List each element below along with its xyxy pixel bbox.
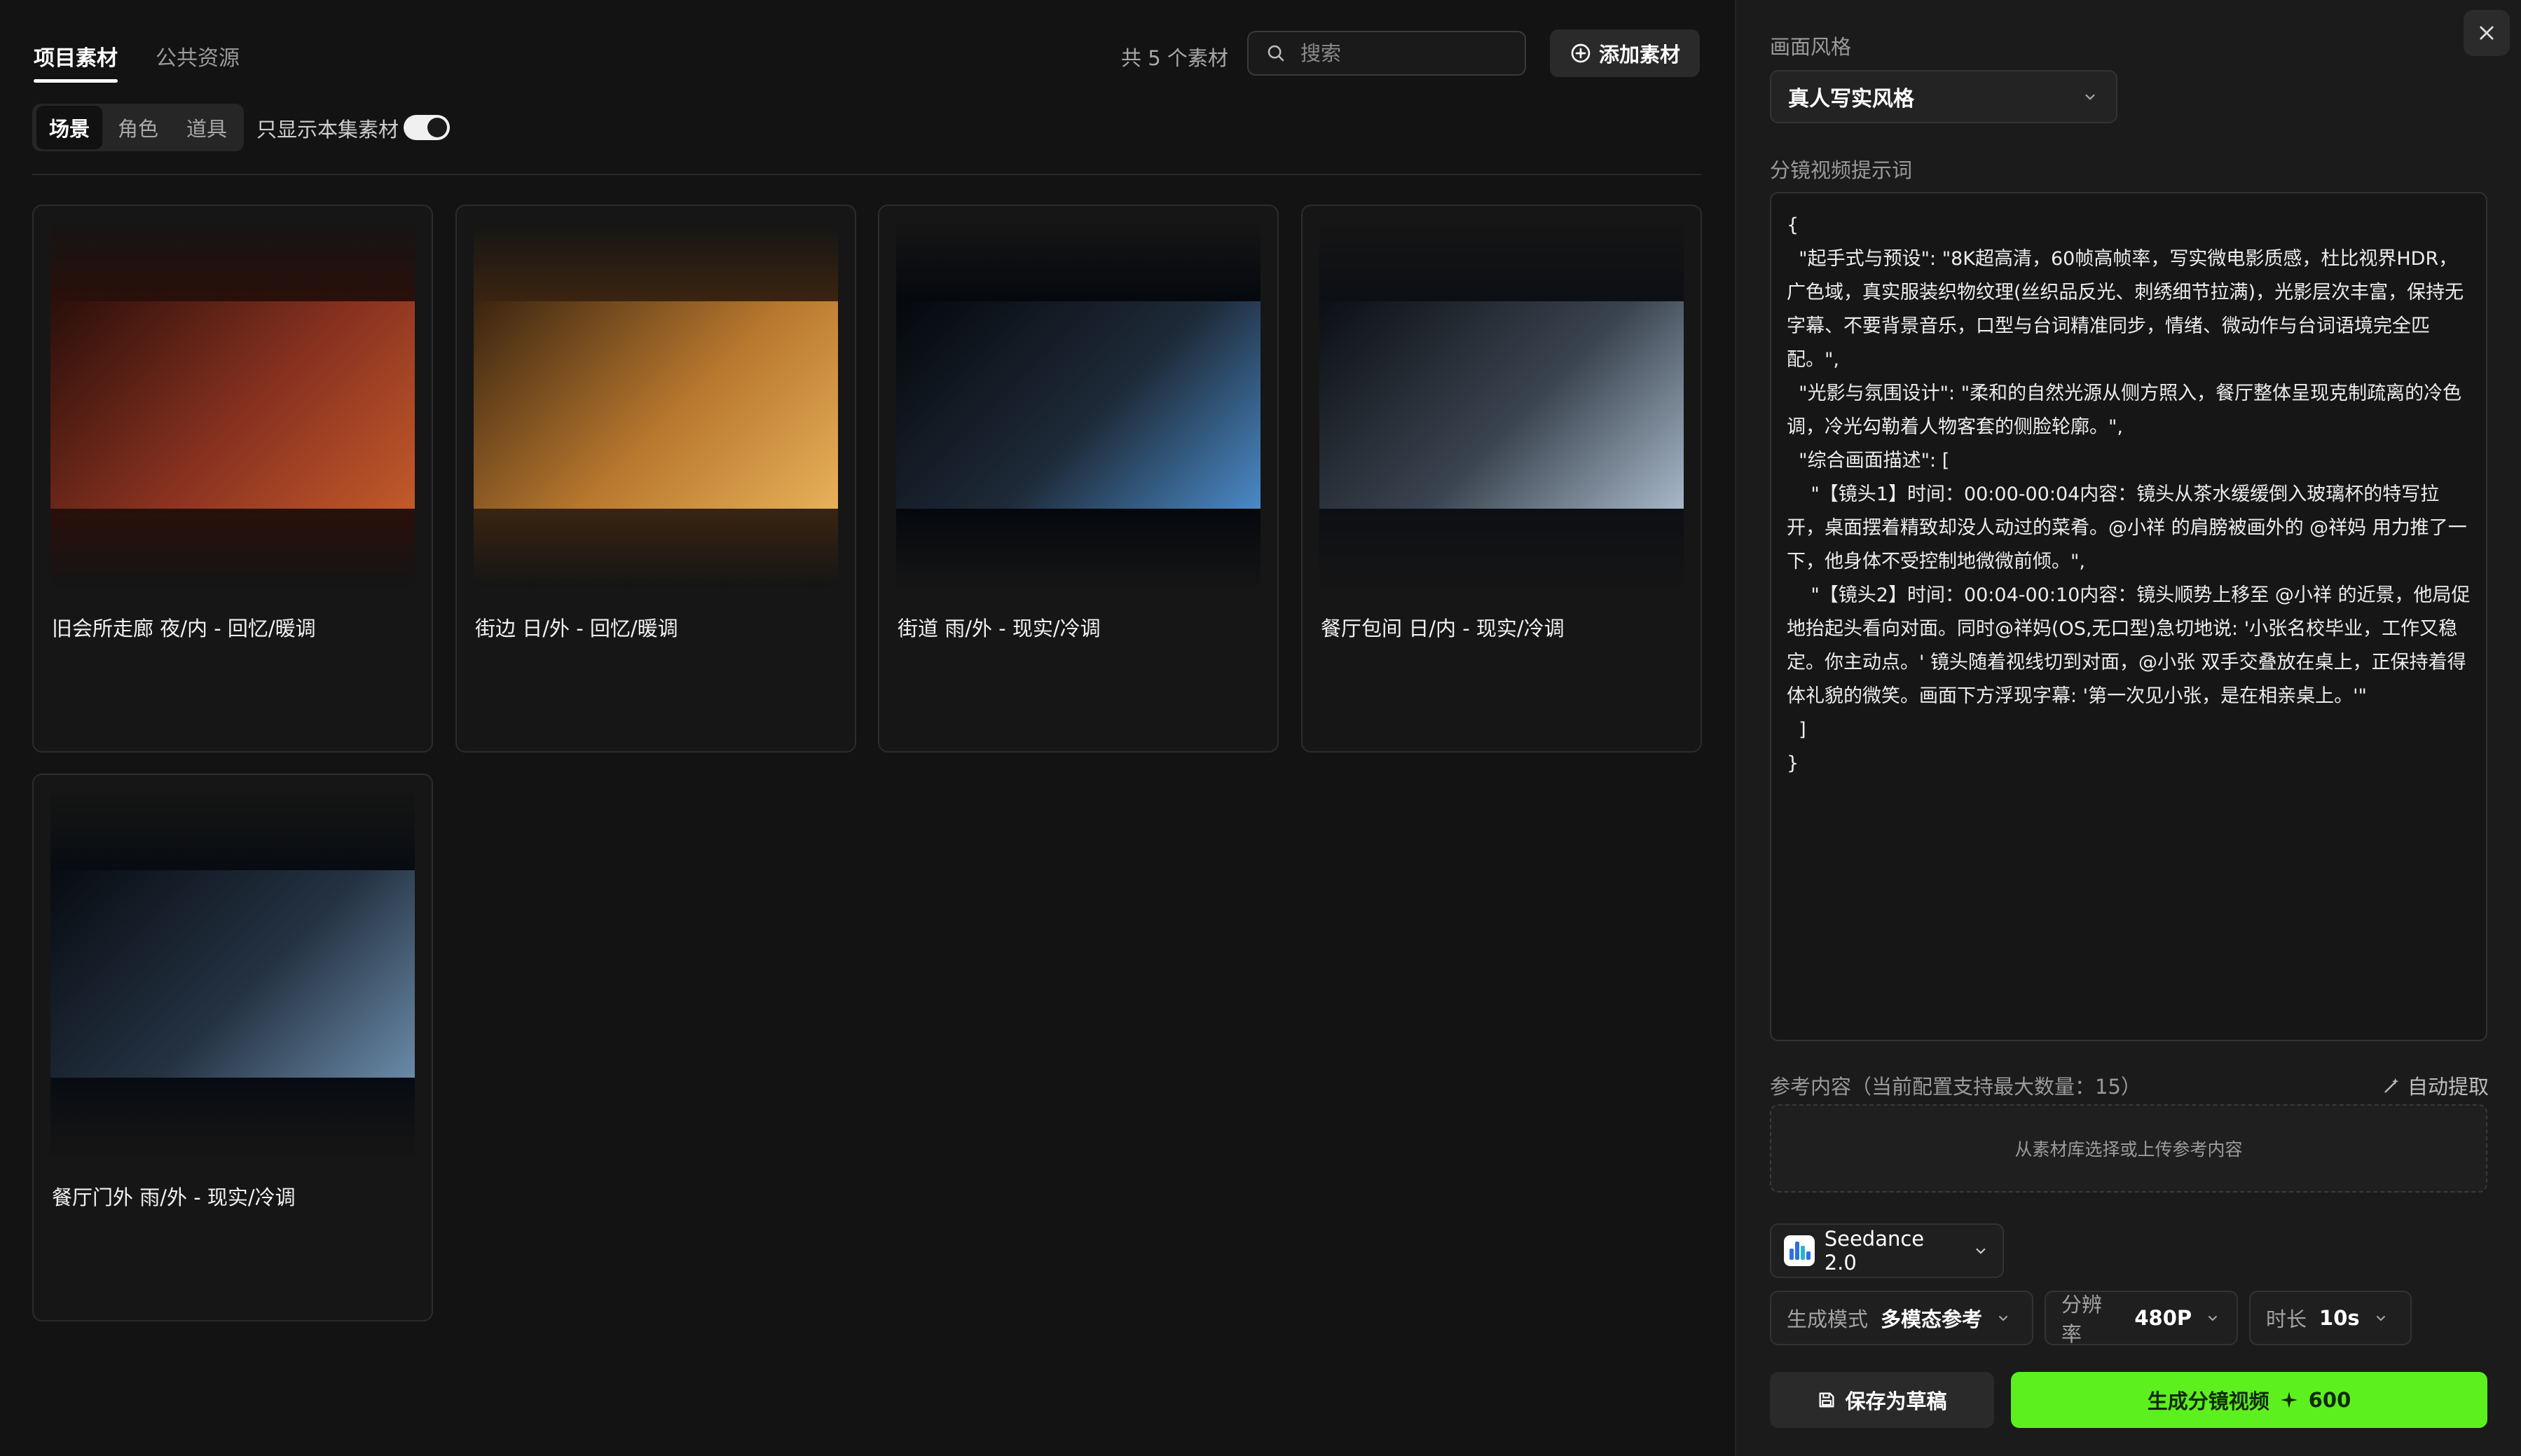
asset-thumbnail — [50, 792, 415, 1156]
header-divider — [32, 174, 1701, 175]
add-asset-label: 添加素材 — [1598, 43, 1680, 67]
style-select[interactable]: 真人写实风格 — [1770, 70, 2117, 123]
toggle-knob — [427, 118, 447, 137]
close-icon — [2480, 26, 2494, 40]
close-button[interactable] — [2464, 10, 2510, 56]
reference-label: 参考内容（当前配置支持最大数量：15） — [1770, 1075, 2141, 1099]
only-current-episode-label: 只显示本集素材 — [256, 118, 399, 142]
prompt-label: 分镜视频提示词 — [1770, 158, 1913, 182]
sparkle-icon — [2281, 1392, 2297, 1408]
save-draft-button[interactable]: 保存为草稿 — [1770, 1372, 1994, 1428]
asset-card[interactable]: 餐厅包间 日/内 - 现实/冷调 — [1301, 205, 1702, 753]
asset-thumbnail — [474, 223, 838, 587]
style-value: 真人写实风格 — [1788, 87, 1914, 111]
mode-select[interactable]: 生成模式 多模态参考 — [1770, 1291, 2033, 1345]
search-input[interactable] — [1299, 41, 1512, 66]
resolution-select[interactable]: 分辨率 480P — [2045, 1291, 2238, 1346]
asset-library-panel: 项目素材 公共资源 共 5 个素材 添加素材 场景 角色 道具 只显示本集素材 — [0, 0, 1735, 1456]
plus-circle-icon — [1571, 43, 1591, 63]
chevron-down-icon — [2085, 94, 2095, 100]
asset-card-title: 餐厅门外 雨/外 - 现实/冷调 — [52, 1186, 296, 1209]
reference-upload-zone[interactable]: 从素材库选择或上传参考内容 — [1770, 1104, 2487, 1193]
thumbnail-image — [896, 301, 1260, 509]
asset-thumbnail — [1319, 223, 1684, 587]
thumbnail-blur-bottom — [50, 509, 415, 587]
segment-character[interactable]: 角色 — [105, 106, 171, 149]
chevron-down-icon — [1999, 1316, 2008, 1321]
style-label: 画面风格 — [1770, 35, 1852, 59]
auto-extract-label: 自动提取 — [2407, 1075, 2489, 1099]
asset-card[interactable]: 街边 日/外 - 回忆/暖调 — [455, 205, 856, 753]
asset-card-title: 餐厅包间 日/内 - 现实/冷调 — [1321, 617, 1565, 640]
duration-value: 10s — [2319, 1306, 2360, 1330]
chevron-down-icon — [1976, 1248, 1986, 1254]
asset-thumbnail — [50, 223, 415, 587]
thumbnail-image — [474, 301, 838, 509]
asset-card[interactable]: 旧会所走廊 夜/内 - 回忆/暖调 — [32, 205, 433, 753]
chevron-down-icon — [2376, 1316, 2385, 1321]
model-select[interactable]: Seedance 2.0 — [1770, 1223, 2004, 1278]
asset-card[interactable]: 餐厅门外 雨/外 - 现实/冷调 — [32, 774, 433, 1321]
thumbnail-blur-bottom — [1319, 509, 1684, 587]
thumbnail-blur-top — [896, 223, 1260, 301]
thumbnail-blur-top — [474, 223, 838, 301]
magic-wand-icon — [2384, 1078, 2399, 1093]
generate-video-button[interactable]: 生成分镜视频 600 — [2011, 1372, 2487, 1428]
duration-select[interactable]: 时长 10s — [2249, 1291, 2412, 1345]
thumbnail-blur-bottom — [896, 509, 1260, 587]
segment-prop[interactable]: 道具 — [174, 106, 240, 149]
mode-value: 多模态参考 — [1881, 1307, 1983, 1331]
thumbnail-blur-bottom — [50, 1078, 415, 1156]
generate-cost: 600 — [2308, 1388, 2351, 1412]
asset-card-title: 旧会所走廊 夜/内 - 回忆/暖调 — [52, 617, 316, 640]
search-box[interactable] — [1247, 31, 1526, 76]
duration-key: 时长 — [2266, 1307, 2307, 1331]
only-current-episode-toggle[interactable] — [404, 115, 450, 140]
prompt-textarea[interactable]: { "起手式与预设": "8K超高清，60帧高帧率，写实微电影质感，杜比视界HD… — [1770, 192, 2487, 1041]
resolution-value: 480P — [2134, 1306, 2192, 1330]
asset-thumbnail — [896, 223, 1260, 587]
asset-type-segment: 场景 角色 道具 — [32, 104, 245, 151]
asset-workspace: 项目素材 公共资源 共 5 个素材 添加素材 场景 角色 道具 只显示本集素材 — [0, 0, 2521, 1456]
asset-count: 共 5 个素材 — [1121, 46, 1228, 70]
chevron-down-icon — [2209, 1316, 2218, 1321]
thumbnail-blur-top — [1319, 223, 1684, 301]
seedance-logo-icon — [1784, 1235, 1815, 1266]
mode-key: 生成模式 — [1787, 1307, 1869, 1331]
thumbnail-image — [1319, 301, 1684, 509]
floppy-disk-icon — [1819, 1392, 1834, 1408]
resolution-key: 分辨率 — [2061, 1293, 2103, 1346]
upload-hint: 从素材库选择或上传参考内容 — [2014, 1139, 2243, 1160]
thumbnail-image — [50, 870, 415, 1078]
asset-card[interactable]: 街道 雨/外 - 现实/冷调 — [878, 205, 1279, 753]
save-draft-label: 保存为草稿 — [1845, 1389, 1947, 1413]
thumbnail-image — [50, 301, 415, 509]
tab-public-resources[interactable]: 公共资源 — [156, 41, 240, 83]
auto-extract-button[interactable]: 自动提取 — [2382, 1071, 2489, 1100]
thumbnail-blur-top — [50, 792, 415, 870]
asset-card-title: 街边 日/外 - 回忆/暖调 — [475, 617, 678, 640]
search-icon — [1268, 45, 1284, 62]
thumbnail-blur-top — [50, 223, 415, 301]
tab-project-assets[interactable]: 项目素材 — [34, 41, 118, 83]
library-tabs: 项目素材 公共资源 — [34, 41, 240, 83]
segment-scene[interactable]: 场景 — [36, 106, 103, 149]
asset-card-title: 街道 雨/外 - 现实/冷调 — [898, 617, 1101, 640]
thumbnail-blur-bottom — [474, 509, 838, 587]
model-name: Seedance 2.0 — [1824, 1227, 1925, 1275]
add-asset-button[interactable]: 添加素材 — [1550, 29, 1700, 77]
generate-label: 生成分镜视频 — [2147, 1389, 2269, 1413]
